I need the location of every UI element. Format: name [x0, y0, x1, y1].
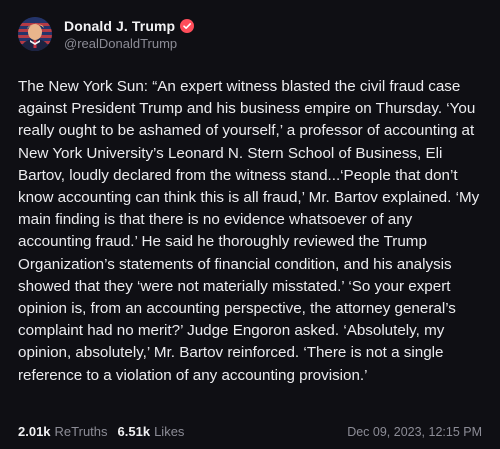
post-timestamp[interactable]: Dec 09, 2023, 12:15 PM	[347, 425, 482, 439]
likes-label: Likes	[154, 424, 185, 439]
avatar[interactable]	[18, 17, 52, 51]
post-footer: 2.01k ReTruths 6.51k Likes Dec 09, 2023,…	[18, 424, 482, 439]
author-display-name[interactable]: Donald J. Trump	[64, 18, 175, 34]
likes-stat[interactable]: 6.51k Likes	[118, 424, 185, 439]
likes-count: 6.51k	[117, 424, 151, 439]
author-info: Donald J. Trump @realDonaldTrump	[64, 18, 195, 51]
post-card: Donald J. Trump @realDonaldTrump The New…	[0, 0, 500, 449]
verified-badge-icon	[180, 18, 195, 33]
retruths-count: 2.01k	[18, 424, 51, 439]
post-header: Donald J. Trump @realDonaldTrump	[18, 14, 482, 54]
retruths-label: ReTruths	[54, 424, 108, 439]
retruths-stat[interactable]: 2.01k ReTruths	[18, 424, 108, 439]
post-body-text: The New York Sun: “An expert witness bla…	[18, 78, 480, 384]
author-handle[interactable]: @realDonaldTrump	[64, 36, 194, 51]
name-row: Donald J. Trump	[64, 18, 195, 34]
portrait-avatar-icon	[18, 17, 52, 51]
